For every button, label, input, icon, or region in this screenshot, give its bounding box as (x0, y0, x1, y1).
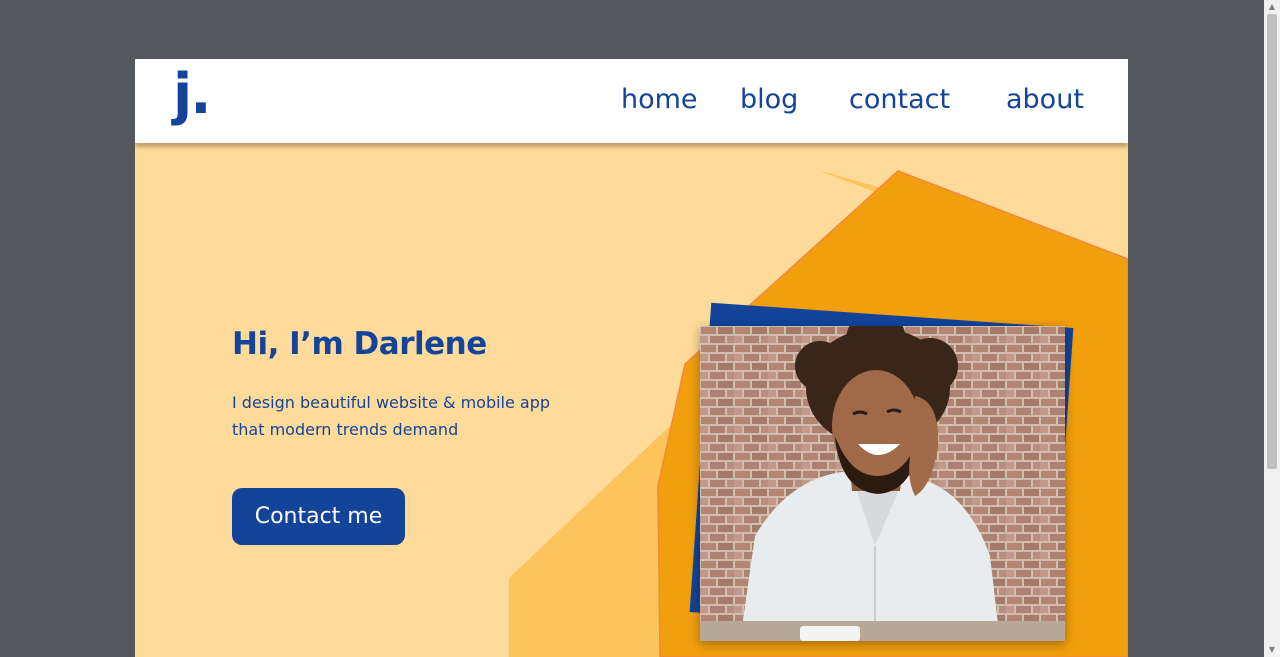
hero-title: Hi, I’m Darlene (232, 326, 487, 362)
portrait-photo (700, 326, 1065, 641)
contact-me-button[interactable]: Contact me (232, 488, 405, 545)
nav-home[interactable]: home (621, 83, 698, 117)
scroll-thumb[interactable] (1267, 14, 1277, 469)
site-header: j. home blog contact about (135, 59, 1128, 143)
logo[interactable]: j. (173, 65, 211, 125)
landing-page: j. home blog contact about Hi, I’m Darle… (135, 59, 1128, 657)
nav-about[interactable]: about (1006, 83, 1084, 117)
hero-subtitle: I design beautiful website & mobile app … (232, 393, 551, 439)
nav-contact[interactable]: contact (849, 83, 950, 117)
triangle-up-icon[interactable]: ▲ (1264, 0, 1280, 14)
vertical-scrollbar[interactable]: ▲ ▼ (1264, 0, 1280, 657)
triangle-down-icon[interactable]: ▼ (1264, 643, 1280, 657)
nav-blog[interactable]: blog (740, 83, 798, 117)
